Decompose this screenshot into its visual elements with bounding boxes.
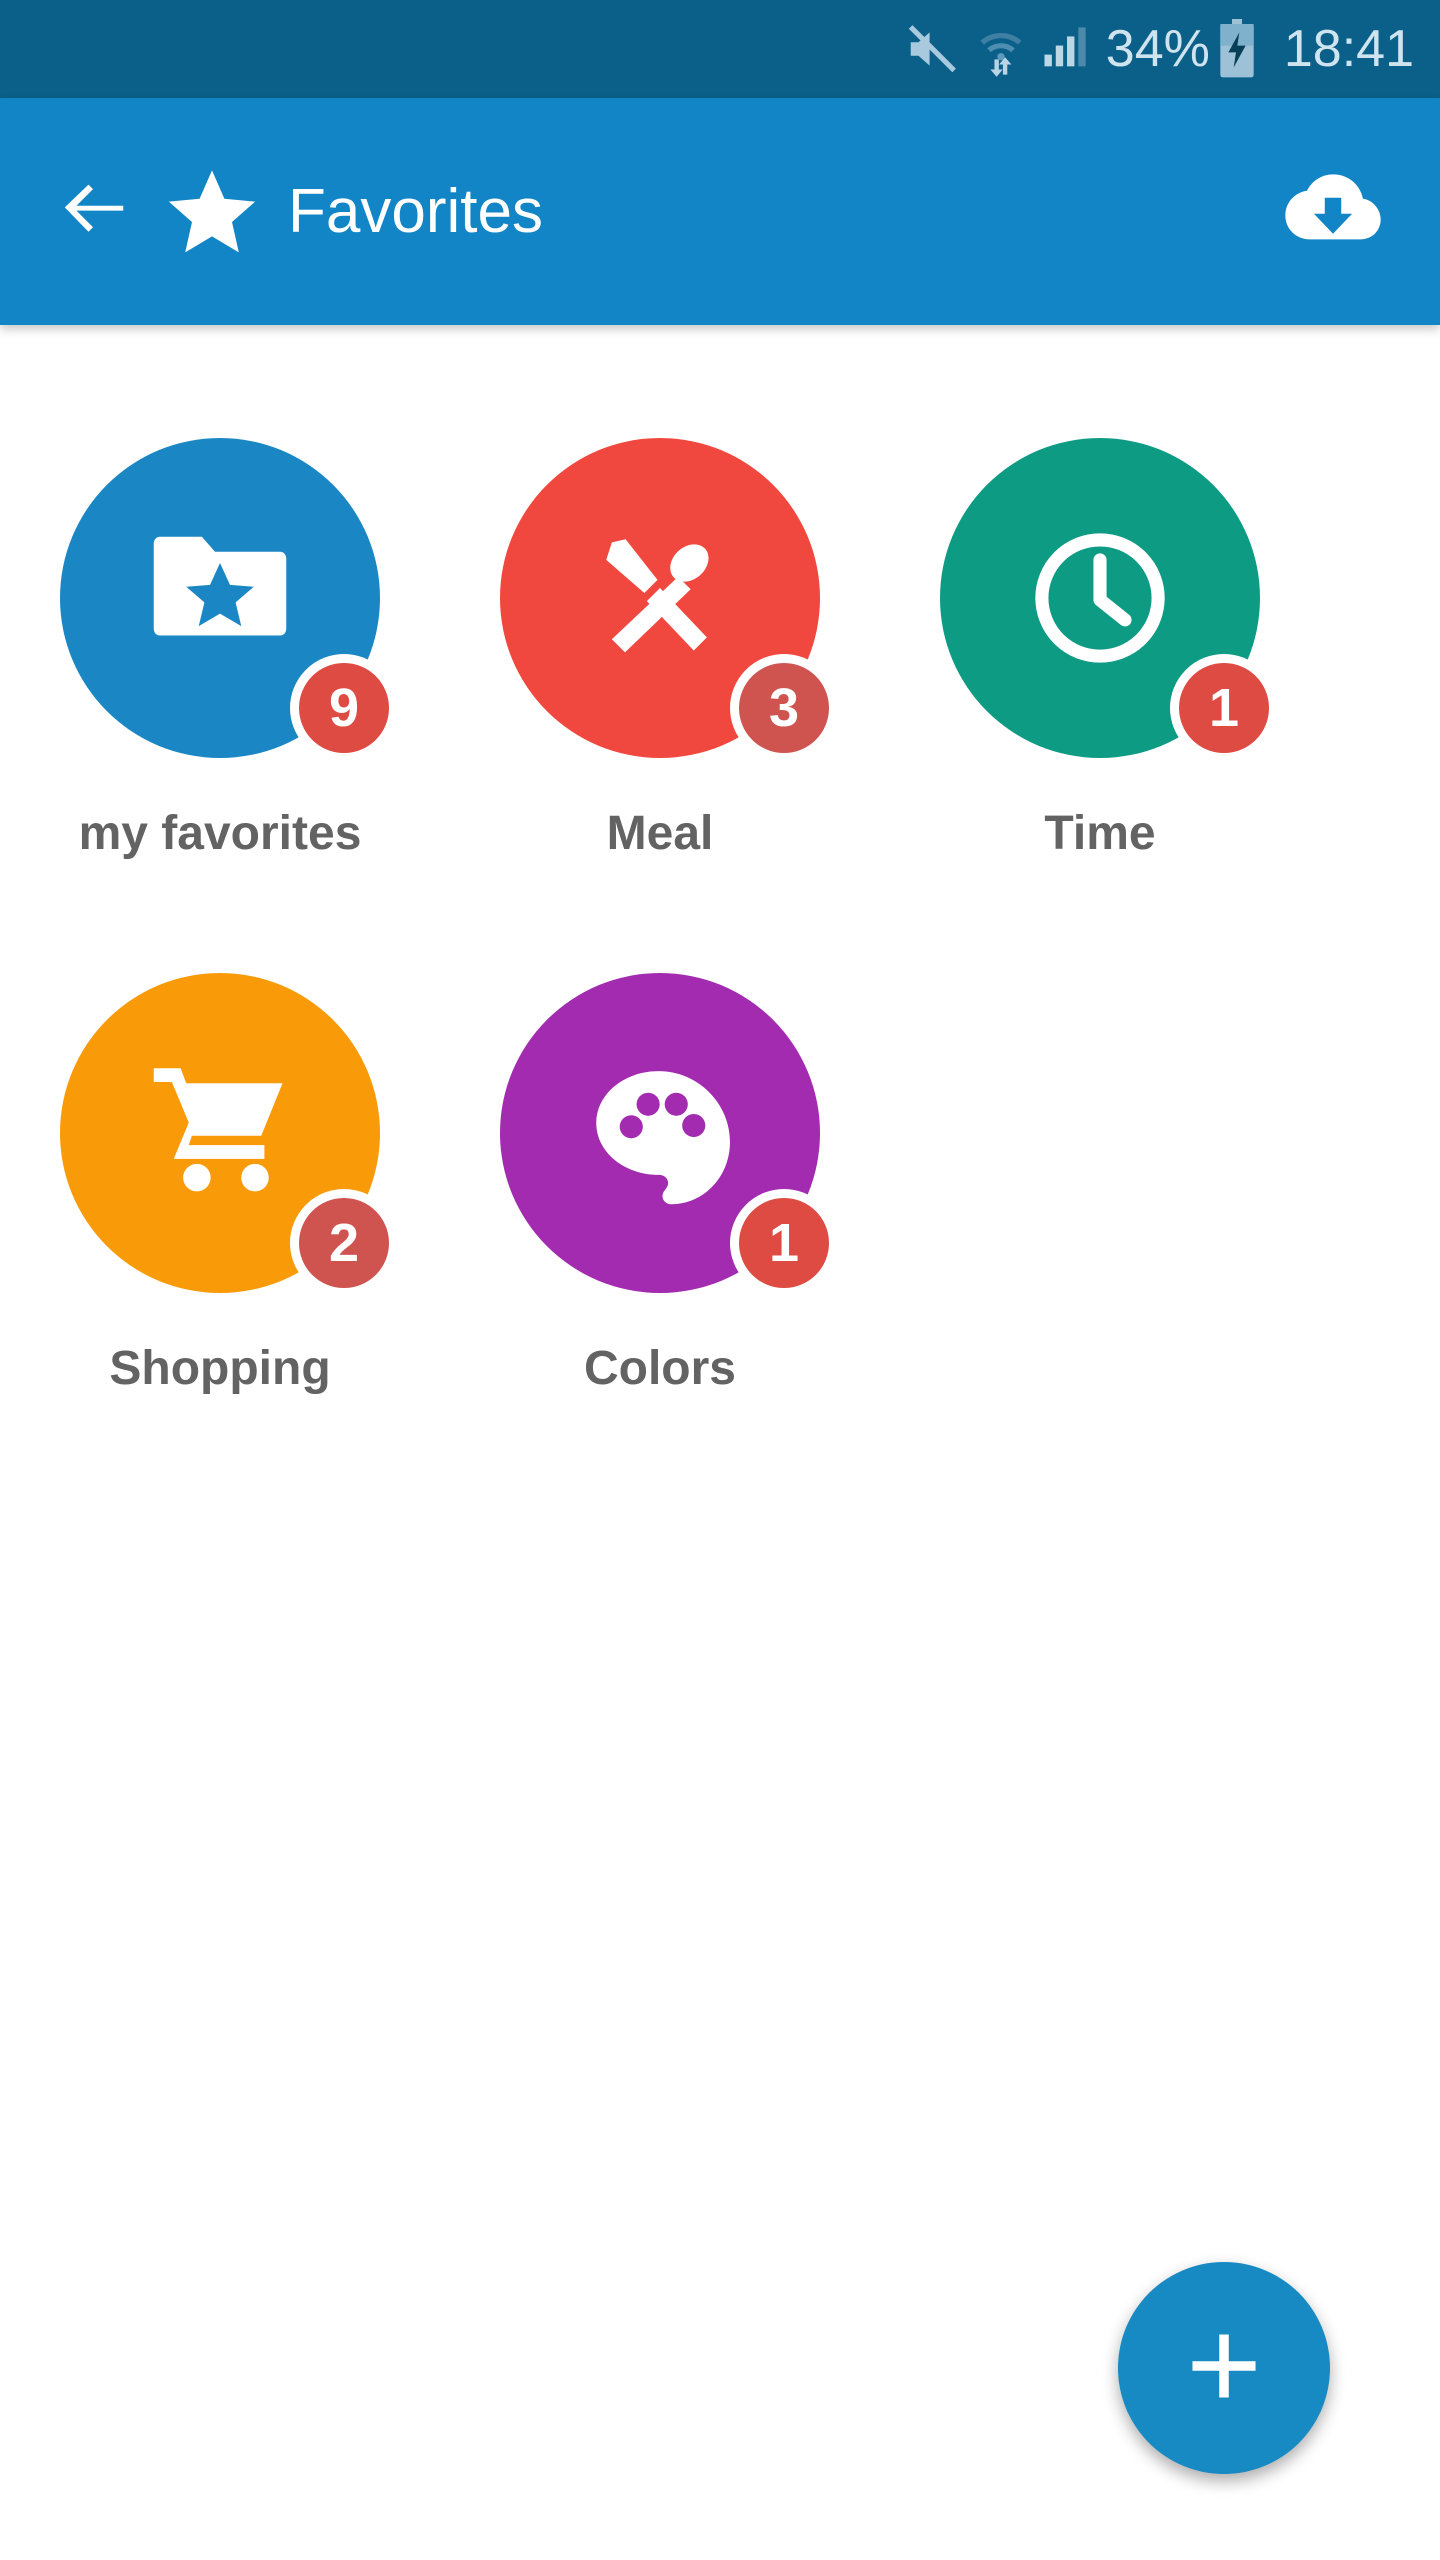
status-bar-clock: 18:41: [1283, 20, 1414, 78]
badge-count: 3: [730, 654, 838, 762]
folder-star-icon: [145, 523, 295, 673]
badge-count: 9: [290, 654, 398, 762]
wifi-icon: [972, 20, 1030, 78]
category-label: Meal: [606, 807, 714, 860]
category-label: Colors: [583, 1342, 736, 1395]
back-arrow-icon: [55, 170, 133, 253]
tile-circle-wrap: 3: [500, 438, 838, 762]
category-label: my favorites: [78, 807, 362, 860]
tile-circle-wrap: 2: [60, 973, 398, 1297]
category-tile-colors[interactable]: 1 Colors: [440, 965, 880, 1500]
app-bar: Favorites: [0, 98, 1440, 325]
tile-circle-wrap: 1: [500, 973, 838, 1297]
tile-circle-wrap: 1: [940, 438, 1278, 762]
category-label: Shopping: [109, 1342, 331, 1395]
badge-count: 2: [290, 1189, 398, 1297]
app-screen: 34% 18:41 Favorites 9 my favorites 3 Mea…: [0, 0, 1440, 2560]
cloud-download-icon: [1281, 165, 1385, 258]
category-label: Time: [1044, 807, 1156, 860]
badge-count: 1: [730, 1189, 838, 1297]
star-icon: [164, 164, 260, 260]
shopping-cart-icon: [145, 1058, 295, 1208]
content-area: 9 my favorites 3 Meal 1 Time 2 Shopping …: [0, 325, 1440, 2560]
tile-circle-wrap: 9: [60, 438, 398, 762]
mute-icon: [902, 20, 962, 78]
category-tile-meal[interactable]: 3 Meal: [440, 430, 880, 965]
page-title: Favorites: [288, 177, 543, 246]
category-grid: 9 my favorites 3 Meal 1 Time 2 Shopping …: [0, 430, 1440, 1500]
battery-charging-icon: [1216, 19, 1258, 79]
category-tile-time[interactable]: 1 Time: [880, 430, 1320, 965]
battery-percent: 34%: [1105, 20, 1210, 78]
plus-icon: [1180, 2322, 1268, 2415]
add-button[interactable]: [1118, 2262, 1330, 2474]
signal-icon: [1038, 20, 1090, 78]
category-tile-shopping[interactable]: 2 Shopping: [0, 965, 440, 1500]
cutlery-icon: [585, 523, 735, 673]
badge-count: 1: [1170, 654, 1278, 762]
category-tile-my-favorites[interactable]: 9 my favorites: [0, 430, 440, 965]
palette-icon: [585, 1058, 735, 1208]
back-button[interactable]: [46, 164, 142, 260]
clock-icon: [1025, 523, 1175, 673]
download-button[interactable]: [1278, 157, 1388, 267]
status-bar: 34% 18:41: [0, 0, 1440, 98]
